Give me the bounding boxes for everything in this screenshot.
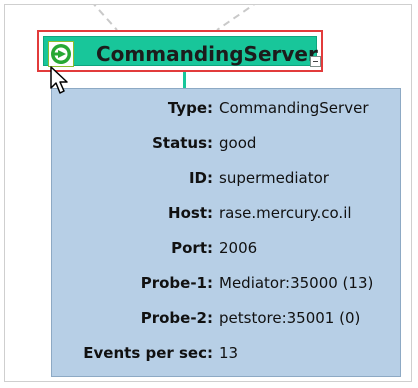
tooltip-value: supermediator [219,169,329,187]
tooltip-row-id: ID: supermediator [52,167,400,189]
server-node-body[interactable]: CommandingServer [43,36,321,67]
tooltip-label: Probe-1: [140,274,213,292]
tooltip-row-port: Port: 2006 [52,237,400,259]
server-node[interactable]: CommandingServer [37,30,323,72]
server-status-icon[interactable] [48,41,74,67]
tooltip-label: Host: [168,204,213,222]
node-title: CommandingServer [96,42,318,66]
tooltip-label: ID: [188,169,213,187]
tooltip-label: Port: [171,239,213,257]
tooltip-row-host: Host: rase.mercury.co.il [52,202,400,224]
tooltip-row-probe-2: Probe-2: petstore:35001 (0) [52,307,400,329]
tooltip-value: rase.mercury.co.il [219,204,352,222]
tooltip-label: Events per sec: [83,344,213,362]
node-tooltip: Type: CommandingServer Status: good ID: … [51,88,401,377]
tooltip-value: 13 [219,344,239,362]
tooltip-label: Status: [152,134,213,152]
collapse-icon[interactable] [310,56,321,67]
tooltip-value: petstore:35001 (0) [219,309,361,327]
tooltip-row-status: Status: good [52,132,400,154]
tooltip-row-events-per-sec: Events per sec: 13 [52,342,400,364]
tooltip-value: Mediator:35000 (13) [219,274,374,292]
tooltip-label: Probe-2: [140,309,213,327]
map-canvas[interactable]: CommandingServer Type: CommandingServer … [4,4,412,382]
tooltip-label: Type: [167,99,213,117]
mouse-cursor-icon [50,66,68,94]
tooltip-row-probe-1: Probe-1: Mediator:35000 (13) [52,272,400,294]
tooltip-value: 2006 [219,239,258,257]
tooltip-row-type: Type: CommandingServer [52,97,400,119]
tooltip-value: CommandingServer [219,99,369,117]
tooltip-value: good [219,134,257,152]
